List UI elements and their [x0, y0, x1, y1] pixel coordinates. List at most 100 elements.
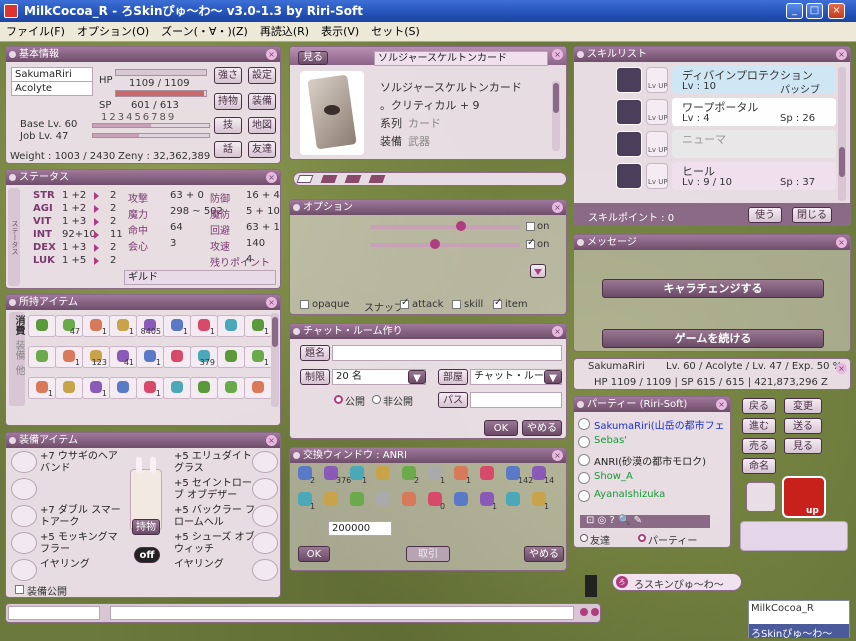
- status-button[interactable]: 強さ: [214, 67, 242, 84]
- inventory-slot[interactable]: [163, 377, 191, 399]
- inventory-slot[interactable]: 379: [190, 346, 218, 368]
- equipment-window[interactable]: 装備アイテム × +7 ウサギのヘアバンド +7 ダブル スマートアーク +5 モッキ…: [5, 432, 281, 598]
- inventory-slot[interactable]: [28, 346, 56, 368]
- inventory-slot[interactable]: 1: [28, 377, 56, 399]
- item-detail-scrollbar[interactable]: [552, 81, 560, 151]
- inventory-slot[interactable]: 8405: [136, 315, 164, 337]
- inventory-slot[interactable]: [163, 346, 191, 368]
- party-member-name[interactable]: Sebas': [594, 435, 627, 446]
- trade-ok-button[interactable]: OK: [298, 546, 330, 562]
- whisper-input[interactable]: [8, 606, 100, 620]
- password-input[interactable]: [470, 392, 562, 408]
- stat-increase-icon[interactable]: [94, 244, 99, 252]
- menu-view[interactable]: 表示(V): [315, 22, 365, 42]
- equip-slot-left[interactable]: [11, 559, 37, 581]
- trade-item-icon[interactable]: [402, 492, 416, 506]
- inventory-slot[interactable]: [190, 377, 218, 399]
- maximize-button[interactable]: □: [806, 3, 823, 19]
- rename-button[interactable]: 命名: [742, 458, 776, 474]
- scroll-thumb[interactable]: [839, 147, 845, 177]
- view-button[interactable]: 見る: [298, 51, 328, 65]
- inventory-slot[interactable]: 1: [244, 346, 272, 368]
- close-icon[interactable]: ×: [266, 297, 277, 308]
- inventory-slot[interactable]: 1: [109, 315, 137, 337]
- close-icon[interactable]: ×: [836, 49, 847, 60]
- equip-slot-left[interactable]: [11, 505, 37, 527]
- party-zoom-icon[interactable]: ⊡ ◎ ? 🔍 ✎: [586, 515, 642, 526]
- party-member-name[interactable]: AyanaIshizuka: [594, 489, 665, 500]
- equipment-title-bar[interactable]: 装備アイテム ×: [6, 433, 280, 448]
- menu-reload[interactable]: 再読込(R): [254, 22, 315, 42]
- opaque-checkbox[interactable]: [300, 300, 309, 309]
- trade-cancel-button[interactable]: やめる: [524, 546, 564, 562]
- inventory-slot[interactable]: 123: [82, 346, 110, 368]
- party-member-name[interactable]: ANRI(砂漠の都市モロク): [594, 453, 706, 468]
- friends-tab[interactable]: 友達: [590, 532, 610, 547]
- option-window[interactable]: オプション × on ✓ on opaque スナップ ✓ attack skill …: [289, 199, 567, 315]
- sound-slider-knob[interactable]: [430, 239, 440, 249]
- equip-off-button[interactable]: off: [134, 547, 160, 563]
- equip-slot-left[interactable]: [11, 532, 37, 554]
- bgm-on-checkbox[interactable]: [526, 222, 535, 231]
- equip-slot-right[interactable]: [252, 451, 278, 473]
- option-title-bar[interactable]: オプション ×: [290, 200, 566, 215]
- chat-input[interactable]: [110, 606, 574, 620]
- inventory-slot[interactable]: 1: [244, 315, 272, 337]
- party-tab[interactable]: パーティー: [648, 532, 697, 547]
- party-radio[interactable]: [638, 534, 646, 542]
- trade-item-icon[interactable]: [454, 492, 468, 506]
- chat-option-icon[interactable]: [591, 608, 599, 616]
- inventory-slot[interactable]: 47: [55, 315, 83, 337]
- status-title-bar[interactable]: ステータス ×: [6, 170, 280, 185]
- equip-button[interactable]: 装備: [248, 93, 276, 110]
- chat-room-window[interactable]: チャット・ルーム作り × 題名 制限 20 名 ▼ 部屋 チャット・ルー ▼ 公開…: [289, 323, 567, 439]
- menu-file[interactable]: ファイル(F): [0, 22, 71, 42]
- close-icon[interactable]: ×: [836, 237, 847, 248]
- trade-item-icon[interactable]: [350, 492, 364, 506]
- message-title-bar[interactable]: メッセージ ×: [574, 235, 850, 250]
- tab-consumables[interactable]: 消費: [11, 315, 26, 335]
- change-button[interactable]: 変更: [784, 398, 822, 414]
- trade-window[interactable]: 交換ウィンドウ : ANRI × 2 376 1 2 1 1 142 14 1 0 1 1 200000…: [289, 447, 567, 571]
- inventory-slot[interactable]: [217, 346, 245, 368]
- party-member-name[interactable]: SakumaRiri(山岳の都市フェ: [594, 417, 725, 432]
- inventory-slot[interactable]: 1: [136, 346, 164, 368]
- forward-button[interactable]: 進む: [742, 418, 776, 434]
- chat-ok-button[interactable]: OK: [484, 420, 518, 436]
- limit-dropdown-button[interactable]: ▼: [408, 370, 426, 384]
- continue-game-button[interactable]: ゲームを続ける: [602, 329, 824, 348]
- sell-button[interactable]: 売る: [742, 438, 776, 454]
- equip-slot-left[interactable]: [11, 451, 37, 473]
- private-radio[interactable]: [372, 395, 381, 404]
- inventory-slot[interactable]: [55, 377, 83, 399]
- public-radio[interactable]: [334, 395, 343, 404]
- window-title-bar[interactable]: MilkCocoa_R - ろSkinぴゅ～わ～ v3.0-1.3 by Rir…: [0, 0, 856, 22]
- look-button[interactable]: 見る: [784, 438, 822, 454]
- back-button[interactable]: 戻る: [742, 398, 776, 414]
- minimize-button[interactable]: _: [786, 3, 803, 19]
- trade-item-icon[interactable]: [324, 492, 338, 506]
- inventory-slot[interactable]: [217, 377, 245, 399]
- close-icon[interactable]: ×: [552, 450, 563, 461]
- menu-options[interactable]: オプション(O): [71, 22, 155, 42]
- equip-slot-right[interactable]: [252, 532, 278, 554]
- settings-button[interactable]: 設定: [248, 67, 276, 84]
- inventory-window[interactable]: 所持アイテム × 消費 装備 他 47 1 1 8405 1 1 1 1 123 41 1 379 1 1 1…: [5, 294, 281, 426]
- option-dropdown[interactable]: [530, 264, 546, 278]
- equip-items-button[interactable]: 持物: [132, 519, 160, 535]
- stat-increase-icon[interactable]: [94, 205, 99, 213]
- stat-increase-icon[interactable]: [94, 218, 99, 226]
- room-title-input[interactable]: [332, 345, 562, 361]
- status-side-tab[interactable]: ステータス: [8, 188, 20, 286]
- up-arrow-icon[interactable]: [782, 476, 826, 518]
- equip-slot-left[interactable]: [11, 478, 37, 500]
- chat-option-icon[interactable]: [580, 608, 588, 616]
- party-member-name[interactable]: Show_A: [594, 471, 633, 482]
- equip-slot-right[interactable]: [252, 478, 278, 500]
- party-window[interactable]: パーティー (Riri-Soft) × SakumaRiri(山岳の都市フェ Seb…: [573, 396, 731, 548]
- bgm-slider[interactable]: [370, 225, 520, 229]
- inventory-slot[interactable]: 1: [136, 377, 164, 399]
- chat-scroll[interactable]: [585, 575, 597, 597]
- scroll-thumb[interactable]: [553, 83, 559, 113]
- close-icon[interactable]: ×: [266, 435, 277, 446]
